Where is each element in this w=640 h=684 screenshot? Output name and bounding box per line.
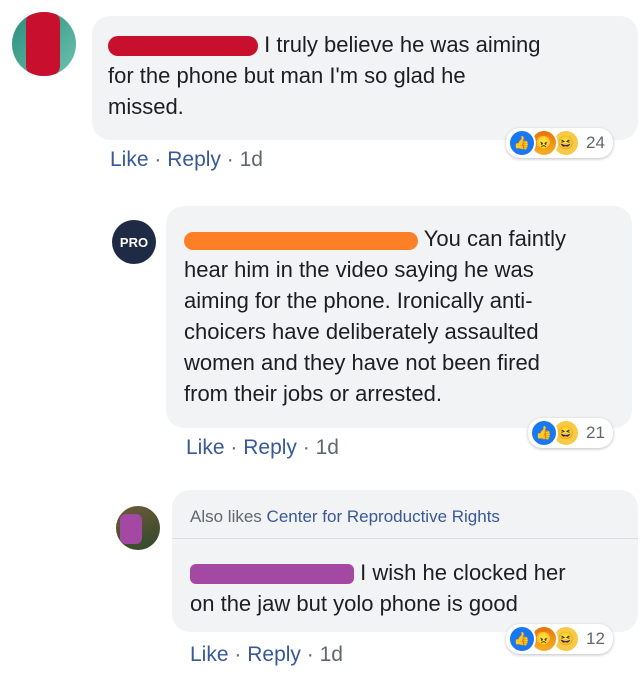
reactions-summary[interactable]: 👍 😠 😆 12 xyxy=(506,624,613,654)
avatar-redaction xyxy=(120,514,142,544)
avatar-redaction xyxy=(26,12,60,76)
comment-text-line-5: women and they have not been fired xyxy=(184,350,540,375)
comment-text: I truly believe he was aiming for the ph… xyxy=(108,29,628,122)
reaction-count: 12 xyxy=(586,629,605,648)
comment-text: I wish he clocked her on the jaw but yol… xyxy=(190,557,630,619)
separator: · xyxy=(226,148,234,171)
comment-text-line-6: from their jobs or arrested. xyxy=(184,381,442,406)
separator: · xyxy=(230,436,238,459)
like-icon: 👍 xyxy=(508,129,536,157)
reactions-summary[interactable]: 👍 😠 😆 24 xyxy=(506,128,613,158)
redacted-author-name[interactable] xyxy=(184,232,418,250)
timestamp[interactable]: 1d xyxy=(316,436,339,459)
like-link[interactable]: Like xyxy=(110,148,149,171)
comment-text-line-2: hear him in the video saying he was xyxy=(184,257,534,282)
reply-link[interactable]: Reply xyxy=(167,148,221,171)
also-likes-page-link[interactable]: Center for Reproductive Rights xyxy=(267,507,500,526)
comment-text-line-2: on the jaw but yolo phone is good xyxy=(190,591,518,616)
like-link[interactable]: Like xyxy=(190,643,229,666)
reaction-count: 24 xyxy=(586,133,605,152)
like-icon: 👍 xyxy=(530,419,558,447)
comment-text-line-1: I truly believe he was aiming xyxy=(264,32,541,57)
redacted-author-name[interactable] xyxy=(108,36,258,56)
comment-actions: Like · Reply · 1d xyxy=(110,148,263,172)
reactions-summary[interactable]: 👍 😆 21 xyxy=(528,418,613,448)
timestamp[interactable]: 1d xyxy=(320,643,343,666)
reply-link[interactable]: Reply xyxy=(243,436,297,459)
also-likes: Also likes Center for Reproductive Right… xyxy=(190,507,500,527)
divider xyxy=(172,538,638,539)
like-link[interactable]: Like xyxy=(186,436,225,459)
avatar-text: PRO xyxy=(119,234,149,250)
like-icon: 👍 xyxy=(508,625,536,653)
reply-link[interactable]: Reply xyxy=(247,643,301,666)
comment-text: You can faintly hear him in the video sa… xyxy=(184,223,624,409)
comment-actions: Like · Reply · 1d xyxy=(190,643,343,667)
comment-text-line-2: for the phone but man I'm so glad he xyxy=(108,63,466,88)
avatar[interactable]: PRO xyxy=(112,220,156,264)
reaction-count: 21 xyxy=(586,423,605,442)
comment-text-line-3: missed. xyxy=(108,94,184,119)
comment-actions: Like · Reply · 1d xyxy=(186,436,339,460)
also-likes-prefix: Also likes xyxy=(190,507,262,526)
timestamp[interactable]: 1d xyxy=(240,148,263,171)
separator: · xyxy=(234,643,242,666)
separator: · xyxy=(306,643,314,666)
comment-text-line-1: You can faintly xyxy=(423,226,567,251)
comment-text-line-3: aiming for the phone. Ironically anti- xyxy=(184,288,533,313)
comment-text-line-1: I wish he clocked her xyxy=(360,560,566,585)
separator: · xyxy=(302,436,310,459)
comment-text-line-4: choicers have deliberately assaulted xyxy=(184,319,539,344)
redacted-author-name[interactable] xyxy=(190,564,354,584)
avatar[interactable] xyxy=(116,506,160,550)
separator: · xyxy=(154,148,162,171)
avatar[interactable] xyxy=(12,12,76,76)
